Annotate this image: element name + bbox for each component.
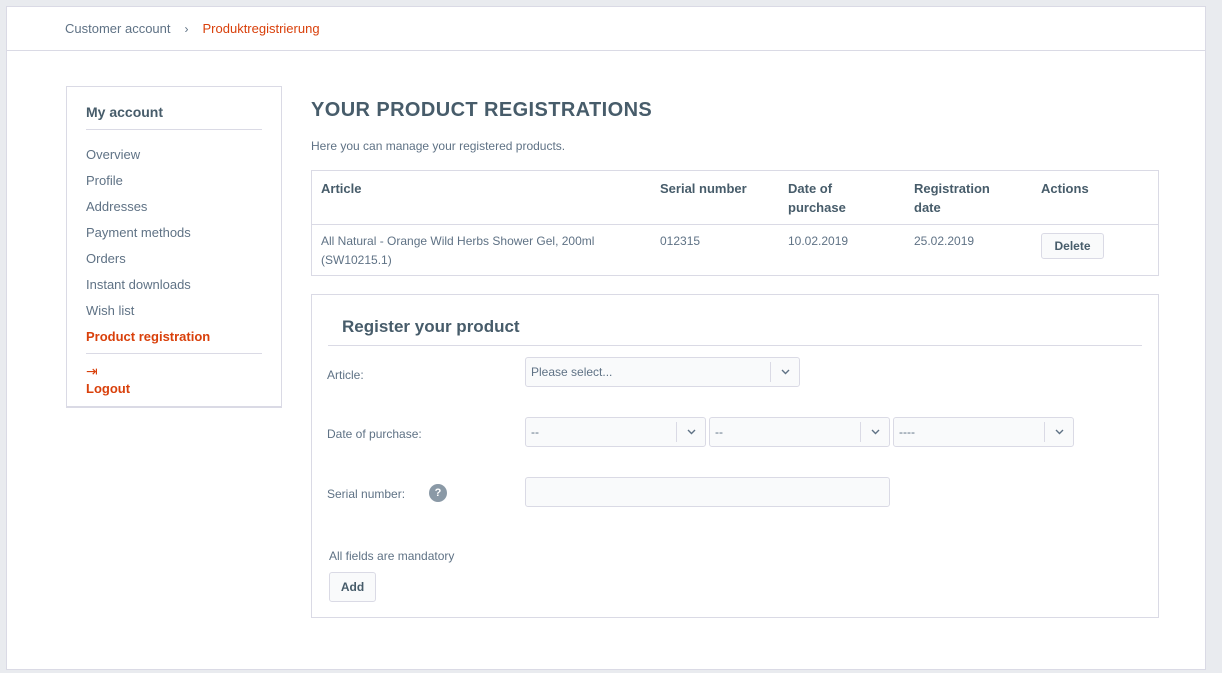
purchase-year-value: ---- (899, 425, 915, 439)
sidebar-divider (86, 129, 262, 130)
breadcrumb-current[interactable]: Produktregistrierung (203, 21, 320, 36)
row-purchase-date: 10.02.2019 (788, 234, 849, 248)
add-button[interactable]: Add (329, 572, 376, 602)
sidebar-item-orders[interactable]: Orders (86, 246, 210, 272)
sidebar-item-payment-methods[interactable]: Payment methods (86, 220, 210, 246)
header-serial-number: Serial number (660, 181, 747, 196)
form-divider (328, 345, 1142, 346)
article-label: Article: (327, 368, 364, 382)
date-of-purchase-label: Date of purchase: (327, 427, 422, 441)
header-date-of-purchase: Date of purchase (788, 179, 846, 217)
purchase-month-select[interactable]: -- (709, 417, 890, 447)
breadcrumb: Customer account › Produktregistrierung (7, 7, 1205, 51)
page-title: YOUR PRODUCT REGISTRATIONS (311, 99, 653, 121)
chevron-down-icon (676, 422, 705, 442)
delete-button[interactable]: Delete (1041, 233, 1104, 259)
sidebar-item-instant-downloads[interactable]: Instant downloads (86, 272, 210, 298)
sidebar-item-profile[interactable]: Profile (86, 168, 210, 194)
header-date-of-purchase-line1: Date of (788, 181, 833, 196)
breadcrumb-customer-account[interactable]: Customer account (65, 21, 171, 36)
header-registration-date-line1: Registration (914, 181, 990, 196)
chevron-down-icon (770, 362, 799, 382)
header-article: Article (321, 181, 362, 196)
row-article: All Natural - Orange Wild Herbs Shower G… (321, 232, 594, 270)
header-actions: Actions (1041, 181, 1089, 196)
chevron-down-icon (1044, 422, 1073, 442)
page: Customer account › Produktregistrierung … (6, 6, 1206, 670)
account-sidebar: My account Overview Profile Addresses Pa… (66, 86, 282, 408)
serial-number-input[interactable] (525, 477, 890, 507)
sidebar-item-product-registration[interactable]: Product registration (86, 324, 210, 350)
sidebar-item-addresses[interactable]: Addresses (86, 194, 210, 220)
purchase-month-value: -- (715, 425, 723, 439)
sidebar-title: My account (86, 104, 164, 120)
form-title: Register your product (342, 317, 520, 336)
breadcrumb-chevron-icon: › (184, 21, 189, 36)
page-description: Here you can manage your registered prod… (311, 139, 566, 153)
header-registration-date: Registration date (914, 179, 990, 217)
row-article-name: All Natural - Orange Wild Herbs Shower G… (321, 234, 595, 248)
sidebar-item-wish-list[interactable]: Wish list (86, 298, 210, 324)
row-registration-date: 25.02.2019 (914, 234, 975, 248)
mandatory-note: All fields are mandatory (329, 549, 455, 563)
serial-number-label: Serial number: (327, 487, 406, 501)
logout-link[interactable]: ⇥ Logout (86, 363, 130, 397)
article-select-value: Please select... (531, 365, 613, 379)
header-date-of-purchase-line2: purchase (788, 200, 846, 215)
row-serial-number: 012315 (660, 234, 701, 248)
register-product-form: Register your product Article: Please se… (311, 294, 1159, 618)
purchase-day-select[interactable]: -- (525, 417, 706, 447)
purchase-year-select[interactable]: ---- (893, 417, 1074, 447)
sidebar-nav: Overview Profile Addresses Payment metho… (86, 142, 210, 350)
purchase-day-value: -- (531, 425, 539, 439)
sidebar-item-overview[interactable]: Overview (86, 142, 210, 168)
help-icon[interactable]: ? (429, 484, 447, 502)
header-registration-date-line2: date (914, 200, 941, 215)
registrations-table: Article Serial number Date of purchase R… (311, 170, 1159, 276)
sidebar-divider-bottom (86, 353, 262, 354)
table-header: Article Serial number Date of purchase R… (312, 171, 1158, 225)
article-select[interactable]: Please select... (525, 357, 800, 387)
logout-label: Logout (86, 381, 131, 396)
chevron-down-icon (860, 422, 889, 442)
logout-icon: ⇥ (86, 363, 98, 379)
row-article-number: (SW10215.1) (321, 253, 392, 267)
